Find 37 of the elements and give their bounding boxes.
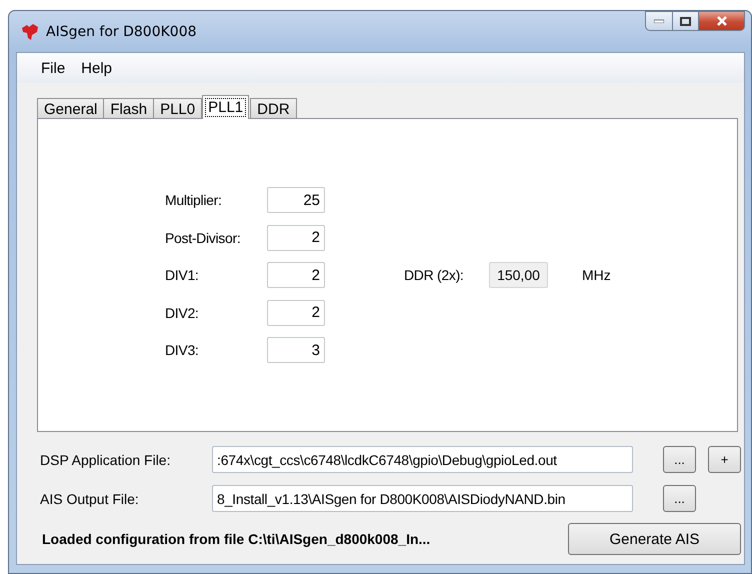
path-field[interactable]: 8_Install_v1.13\AISgen for D800K008\AISDiodyNAND.bin — [212, 485, 633, 512]
tab[interactable]: Flash — [103, 98, 154, 119]
readonly-field: 150,00 — [489, 262, 548, 288]
close-button[interactable] — [699, 11, 745, 31]
field-label: DIV1: — [165, 267, 200, 283]
path-field[interactable]: :674x\cgt_ccs\c6748\lcdkC6748\gpio\Debug\gpioLed.out — [212, 446, 633, 473]
minimize-icon — [654, 19, 664, 23]
menu-item[interactable]: Help — [73, 60, 120, 76]
tab[interactable]: General — [37, 98, 104, 119]
field-label: DIV2: — [165, 304, 200, 320]
field-label: DSP Application File: — [40, 452, 172, 468]
tab[interactable]: DDR — [250, 98, 297, 119]
browse-button[interactable]: ... — [663, 485, 696, 512]
tab[interactable]: PLL1 — [202, 95, 250, 119]
input-field[interactable]: 3 — [267, 337, 325, 363]
close-icon — [716, 16, 728, 26]
tab[interactable]: PLL0 — [153, 98, 202, 119]
field-label: DDR (2x): — [404, 267, 465, 283]
window-title: AISgen for D800K008 — [46, 24, 197, 40]
field-label: Multiplier: — [165, 192, 223, 208]
field-label: AIS Output File: — [40, 490, 140, 506]
status-text: Loaded configuration from file C:\ti\AISgen_d800k008_In... — [42, 531, 430, 547]
browse-button[interactable]: ... — [663, 446, 696, 473]
input-field[interactable]: 2 — [267, 300, 325, 326]
minimize-button[interactable] — [645, 11, 673, 31]
generate-button[interactable]: Generate AIS — [568, 523, 741, 555]
maximize-button[interactable] — [673, 11, 699, 31]
logo-icon — [20, 22, 40, 42]
unit-label: MHz — [582, 267, 611, 283]
maximize-icon — [680, 16, 691, 26]
input-field[interactable]: 2 — [267, 262, 325, 288]
input-field[interactable]: 25 — [267, 187, 325, 213]
field-label: DIV3: — [165, 342, 200, 358]
field-label: Post-Divisor: — [165, 230, 242, 246]
menu-item[interactable]: File — [33, 60, 74, 76]
input-field[interactable]: 2 — [267, 224, 325, 250]
browse-button[interactable]: + — [708, 446, 741, 473]
